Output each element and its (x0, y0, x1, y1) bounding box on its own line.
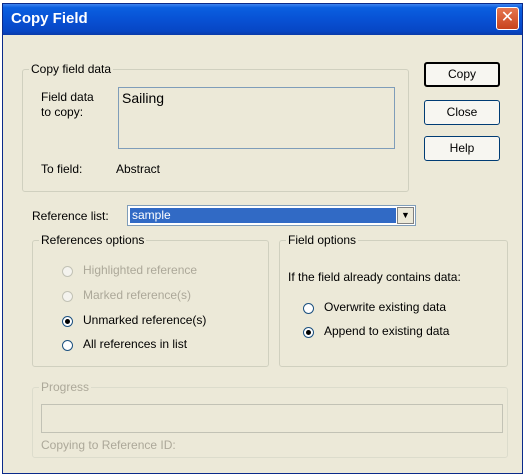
to-field-label: To field: (41, 162, 83, 176)
unmarked-references-label: Unmarked reference(s) (83, 313, 207, 327)
unmarked-references-radio[interactable] (62, 316, 73, 327)
copy-button[interactable]: Copy (424, 62, 500, 87)
field-data-label-2: to copy: (41, 105, 84, 119)
overwrite-existing-radio[interactable] (303, 303, 314, 314)
all-references-radio[interactable] (62, 340, 73, 351)
field-data-label: Field data (41, 90, 94, 104)
progress-bar (41, 404, 503, 433)
highlighted-reference-label: Highlighted reference (83, 263, 198, 277)
field-options-prompt: If the field already contains data: (288, 270, 461, 284)
append-existing-radio[interactable] (303, 327, 314, 338)
help-button[interactable]: Help (424, 136, 500, 161)
to-field-value: Abstract (116, 162, 161, 176)
close-button[interactable]: Close (424, 100, 500, 125)
marked-references-radio[interactable] (62, 291, 73, 302)
marked-references-label: Marked reference(s) (83, 288, 192, 302)
reference-list-label: Reference list: (32, 209, 109, 223)
references-options-legend: References options (41, 233, 145, 247)
reference-list-select[interactable]: sample ▼ (127, 205, 416, 226)
reference-list-selected: sample (130, 208, 396, 223)
close-icon[interactable]: ✕ (496, 7, 519, 30)
progress-legend: Progress (41, 380, 90, 394)
chevron-down-icon[interactable]: ▼ (397, 207, 414, 224)
title-bar: Copy Field ✕ (3, 4, 522, 35)
append-existing-label: Append to existing data (324, 324, 450, 338)
copying-status-label: Copying to Reference ID: (41, 438, 176, 452)
field-options-legend: Field options (288, 233, 357, 247)
field-data-value: Sailing (122, 90, 165, 106)
all-references-label: All references in list (83, 337, 188, 351)
field-data-textbox[interactable]: Sailing (118, 87, 395, 149)
highlighted-reference-radio[interactable] (62, 266, 73, 277)
window-title: Copy Field (11, 10, 88, 27)
overwrite-existing-label: Overwrite existing data (324, 300, 447, 314)
copy-field-data-legend: Copy field data (31, 62, 112, 76)
copy-field-dialog: Copy Field ✕ Copy field data Field data … (2, 3, 523, 474)
